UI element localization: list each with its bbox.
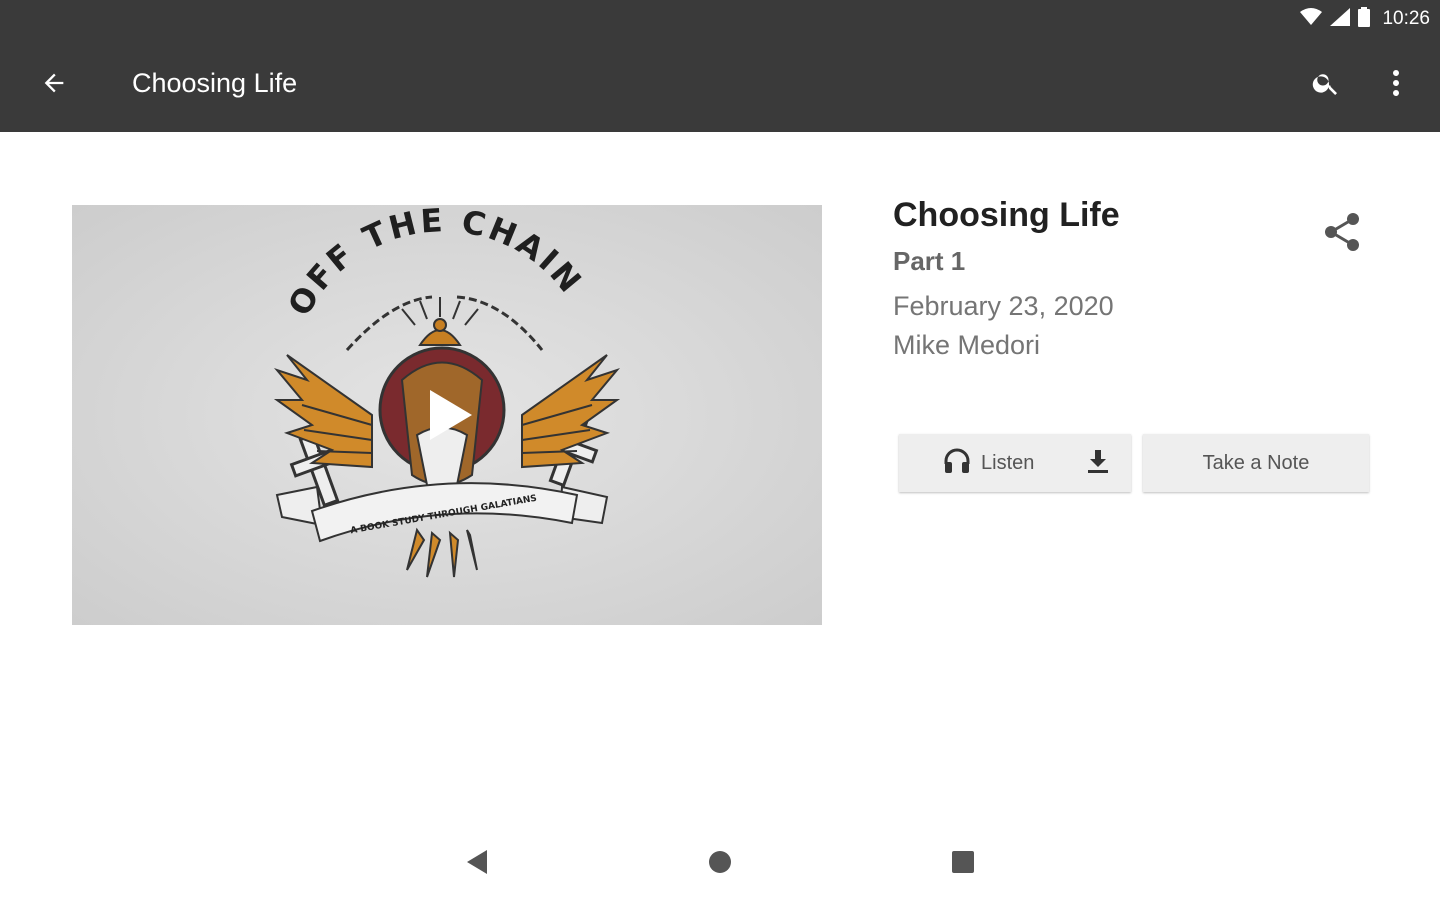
battery-icon	[1358, 6, 1371, 32]
back-button[interactable]	[30, 65, 78, 105]
signal-icon	[1330, 7, 1351, 31]
app-bar: Choosing Life	[0, 38, 1440, 132]
nav-recents-button[interactable]	[939, 842, 987, 886]
wifi-icon	[1300, 7, 1323, 31]
app-bar-title: Choosing Life	[132, 68, 298, 98]
take-a-note-label: Take a Note	[1202, 451, 1310, 474]
search-icon	[1311, 68, 1341, 103]
listen-label: Listen	[981, 451, 1035, 474]
nav-recents-icon	[951, 850, 975, 879]
sermon-speaker: Mike Medori	[893, 330, 1041, 360]
sermon-date: February 23, 2020	[893, 291, 1114, 321]
play-icon[interactable]	[422, 388, 476, 442]
status-bar: 10:26	[0, 0, 1440, 38]
share-icon	[1323, 212, 1361, 257]
nav-back-button[interactable]	[453, 842, 501, 886]
system-nav-bar	[0, 828, 1440, 900]
search-button[interactable]	[1302, 63, 1350, 107]
more-vert-icon	[1392, 69, 1400, 101]
listen-button-group: Listen	[899, 434, 1131, 492]
nav-back-icon	[465, 849, 489, 880]
sermon-part: Part 1	[893, 246, 966, 276]
download-button[interactable]	[1081, 446, 1115, 480]
share-button[interactable]	[1318, 210, 1366, 258]
listen-button[interactable]: Listen	[943, 448, 1034, 479]
status-time: 10:26	[1382, 8, 1430, 29]
sermon-title: Choosing Life	[893, 196, 1120, 234]
take-a-note-button[interactable]: Take a Note	[1143, 434, 1369, 492]
headphones-icon	[943, 448, 971, 479]
nav-home-button[interactable]	[696, 842, 744, 886]
back-arrow-icon	[40, 69, 68, 102]
download-icon	[1085, 448, 1111, 479]
nav-home-icon	[708, 850, 732, 879]
sermon-video-thumbnail[interactable]: OFF THE CHAIN A BOOK STUDY THROUGH GALAT…	[72, 205, 822, 625]
more-options-button[interactable]	[1374, 63, 1418, 107]
status-icons: 10:26	[1300, 6, 1430, 32]
